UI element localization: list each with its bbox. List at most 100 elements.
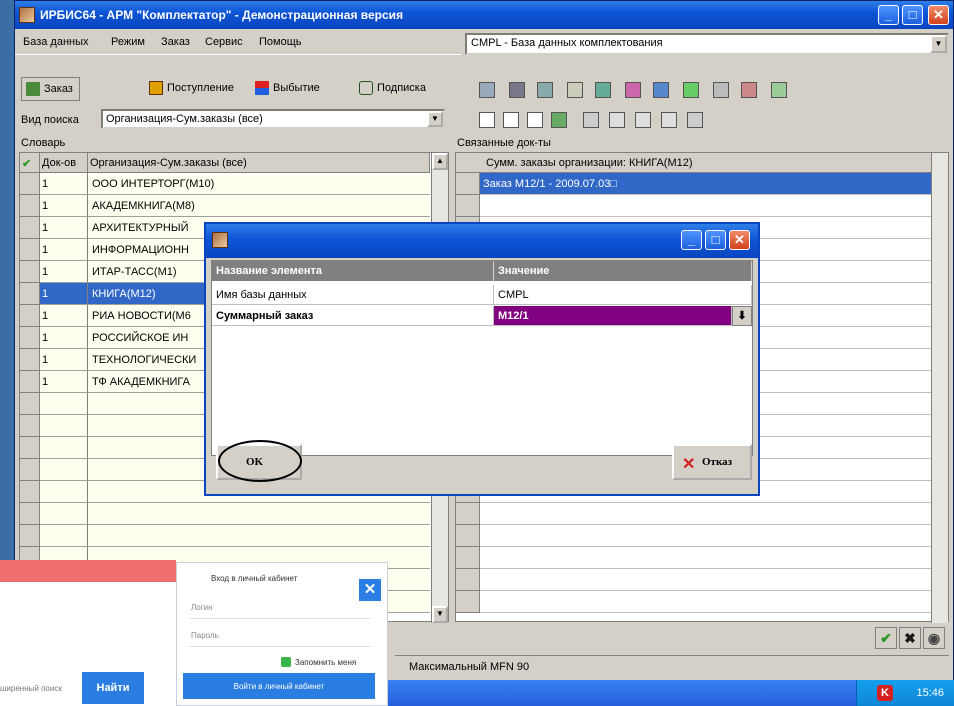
prop-value[interactable]: CMPL — [494, 285, 752, 305]
new-doc-icon[interactable] — [479, 112, 495, 128]
filter-icon[interactable] — [713, 82, 729, 98]
row-selector[interactable] — [20, 173, 40, 195]
doc-count — [40, 503, 88, 525]
grid-icon[interactable] — [635, 112, 651, 128]
row-selector[interactable] — [20, 349, 40, 371]
remember-checkbox[interactable]: Запомнить меня — [281, 657, 356, 667]
report-icon[interactable] — [683, 82, 699, 98]
doc-count: 1 — [40, 305, 88, 327]
scroll-up-icon[interactable]: ▲ — [432, 153, 448, 170]
sum-icon[interactable] — [661, 112, 677, 128]
tools-icon[interactable] — [687, 112, 703, 128]
search-select[interactable]: Организация-Сум.заказы (все) ▼ — [101, 109, 445, 129]
dialog-minimize-button[interactable]: _ — [681, 230, 702, 250]
row-selector[interactable] — [20, 503, 40, 525]
password-field[interactable]: Пароль — [189, 623, 371, 647]
table-row[interactable]: 1 АКАДЕМКНИГА(М8) — [20, 195, 430, 217]
export-icon[interactable] — [567, 82, 583, 98]
dropdown-icon[interactable]: ⬇ — [732, 306, 752, 326]
menu-service[interactable]: Сервис — [205, 36, 243, 48]
scroll-down-icon[interactable]: ▼ — [432, 606, 448, 623]
menu-help[interactable]: Помощь — [259, 36, 302, 48]
row-selector[interactable] — [456, 591, 480, 613]
advanced-search-link[interactable]: ширенный поиск — [0, 684, 62, 693]
title-bar[interactable]: ИРБИС64 - АРМ "Комплектатор" - Демонстра… — [15, 1, 953, 29]
row-selector[interactable] — [20, 459, 40, 481]
row-selector[interactable] — [456, 569, 480, 591]
row-selector[interactable] — [456, 195, 480, 217]
row-selector[interactable] — [20, 217, 40, 239]
table-row[interactable] — [456, 195, 932, 217]
row-selector[interactable] — [20, 283, 40, 305]
col-org-header[interactable]: Организация-Сум.заказы (все) — [88, 153, 430, 173]
row-selector[interactable] — [20, 415, 40, 437]
menu-order[interactable]: Заказ — [161, 36, 190, 48]
row-selector[interactable] — [20, 239, 40, 261]
import-icon[interactable] — [625, 82, 641, 98]
database-select[interactable]: CMPL - База данных комплектования ▼ — [465, 33, 949, 55]
row-selector[interactable] — [20, 481, 40, 503]
sort-icon[interactable] — [583, 112, 599, 128]
row-selector[interactable] — [456, 547, 480, 569]
row-selector[interactable] — [20, 371, 40, 393]
row-selector[interactable] — [456, 525, 480, 547]
row-selector[interactable] — [20, 305, 40, 327]
login-field[interactable]: Логин — [189, 595, 371, 619]
cancel-button[interactable]: ✕ Отказ — [672, 444, 752, 480]
find-button[interactable]: Найти — [82, 672, 144, 704]
catalog-icon[interactable] — [479, 82, 495, 98]
row-selector[interactable] — [20, 195, 40, 217]
dialog-title-bar[interactable]: _ □ ✕ — [206, 224, 758, 258]
dialog-maximize-button[interactable]: □ — [705, 230, 726, 250]
calendar-icon[interactable] — [741, 82, 757, 98]
print-icon[interactable] — [509, 82, 525, 98]
row-selector[interactable] — [20, 261, 40, 283]
table-row[interactable] — [20, 525, 430, 547]
stats-icon[interactable] — [653, 82, 669, 98]
accept-icon[interactable]: ✔ — [875, 627, 897, 649]
row-selector[interactable] — [20, 393, 40, 415]
order-button[interactable]: Заказ — [21, 77, 80, 101]
cancel-label: Отказ — [702, 456, 733, 468]
table-row[interactable] — [456, 591, 932, 613]
table-row[interactable]: 1 ООО ИНТЕРТОРГ(М10) — [20, 173, 430, 195]
link-icon[interactable] — [551, 112, 567, 128]
refresh-icon[interactable] — [771, 82, 787, 98]
row-selector[interactable] — [20, 327, 40, 349]
table-row[interactable] — [456, 569, 932, 591]
dialog-close-button[interactable]: ✕ — [729, 230, 750, 250]
open-doc-icon[interactable] — [503, 112, 519, 128]
copy-icon[interactable] — [595, 82, 611, 98]
prop-value-selected[interactable]: M12/1 — [494, 306, 732, 326]
row-selector[interactable] — [20, 525, 40, 547]
login-button[interactable]: Войти в личный кабинет — [183, 673, 375, 699]
subscription-button[interactable]: Подписка — [355, 77, 432, 101]
chevron-down-icon[interactable]: ▼ — [427, 111, 443, 127]
row-selector[interactable] — [456, 173, 480, 195]
row-selector[interactable] — [456, 503, 480, 525]
table-row[interactable] — [456, 525, 932, 547]
linked-docs-scrollbar[interactable] — [931, 153, 948, 623]
maximize-button[interactable]: □ — [902, 5, 923, 25]
calc-icon[interactable] — [609, 112, 625, 128]
antivirus-icon[interactable]: K — [877, 685, 893, 701]
col-count-header[interactable]: Док-ов — [40, 153, 88, 173]
col-name-header: Название элемента — [212, 261, 494, 281]
table-row[interactable]: Заказ М12/1 - 2009.07.03□ — [456, 173, 932, 195]
chevron-down-icon[interactable]: ▼ — [930, 35, 947, 53]
table-row[interactable] — [456, 503, 932, 525]
table-row[interactable] — [20, 503, 430, 525]
reject-icon[interactable]: ✖ — [899, 627, 921, 649]
edit-icon[interactable] — [537, 82, 553, 98]
menu-database[interactable]: База данных — [23, 36, 89, 48]
receipt-button[interactable]: Поступление — [145, 77, 241, 101]
close-button[interactable]: ✕ — [928, 5, 949, 25]
org-name — [88, 525, 430, 547]
row-selector[interactable] — [20, 437, 40, 459]
table-row[interactable] — [456, 547, 932, 569]
view-icon[interactable]: ◉ — [923, 627, 945, 649]
minimize-button[interactable]: _ — [878, 5, 899, 25]
doc-icon[interactable] — [527, 112, 543, 128]
menu-mode[interactable]: Режим — [111, 36, 145, 48]
removal-button[interactable]: Выбытие — [251, 77, 326, 101]
